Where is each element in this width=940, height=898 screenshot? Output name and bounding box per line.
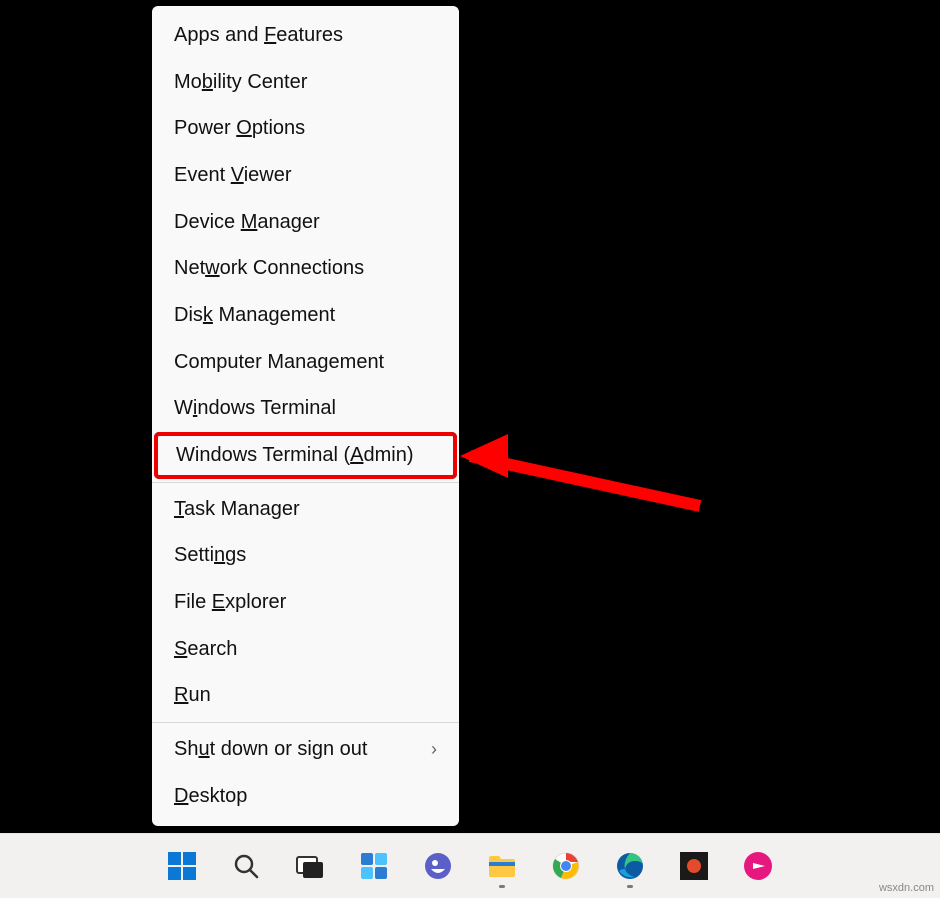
menu-item-label: Apps and Features (174, 24, 343, 47)
menu-item-mobility-center[interactable]: Mobility Center (152, 59, 459, 106)
menu-item-file-explorer[interactable]: File Explorer (152, 579, 459, 626)
menu-item-windows-terminal-admin[interactable]: Windows Terminal (Admin) (154, 432, 457, 479)
menu-item-computer-management[interactable]: Computer Management (152, 339, 459, 386)
menu-item-label: Device Manager (174, 211, 320, 234)
widgets-button[interactable] (347, 842, 401, 890)
menu-item-device-manager[interactable]: Device Manager (152, 199, 459, 246)
menu-item-label: Event Viewer (174, 164, 291, 187)
menu-item-label: Network Connections (174, 257, 364, 280)
search-button[interactable] (219, 842, 273, 890)
menu-item-disk-management[interactable]: Disk Management (152, 292, 459, 339)
file-explorer-icon[interactable] (475, 842, 529, 890)
menu-item-label: File Explorer (174, 591, 286, 614)
running-indicator (499, 885, 505, 888)
menu-item-windows-terminal[interactable]: Windows Terminal (152, 386, 459, 433)
menu-item-event-viewer[interactable]: Event Viewer (152, 152, 459, 199)
menu-item-apps-and-features[interactable]: Apps and Features (152, 12, 459, 59)
watermark: wsxdn.com (879, 882, 934, 894)
edge-icon[interactable] (603, 842, 657, 890)
menu-item-task-manager[interactable]: Task Manager (152, 486, 459, 533)
menu-item-label: Disk Management (174, 304, 335, 327)
winx-context-menu: Apps and Features Mobility Center Power Op… (152, 6, 459, 826)
desktop-background (0, 0, 940, 898)
menu-item-search[interactable]: Search (152, 626, 459, 673)
menu-item-label: Shut down or sign out (174, 738, 367, 761)
menu-item-label: Windows Terminal (Admin) (176, 444, 413, 467)
menu-item-label: Settings (174, 544, 246, 567)
menu-item-label: Desktop (174, 785, 247, 808)
menu-item-desktop[interactable]: Desktop (152, 773, 459, 820)
chevron-right-icon: › (431, 739, 437, 760)
menu-separator (152, 482, 459, 483)
menu-item-label: Mobility Center (174, 71, 307, 94)
task-view-button[interactable] (283, 842, 337, 890)
app-icon-2[interactable] (731, 842, 785, 890)
menu-item-shut-down-or-sign-out[interactable]: Shut down or sign out › (152, 726, 459, 773)
app-icon-1[interactable] (667, 842, 721, 890)
menu-item-label: Computer Management (174, 351, 384, 374)
taskbar (0, 833, 940, 898)
chrome-icon[interactable] (539, 842, 593, 890)
menu-item-label: Windows Terminal (174, 397, 336, 420)
menu-item-network-connections[interactable]: Network Connections (152, 245, 459, 292)
menu-item-label: Run (174, 684, 211, 707)
menu-item-label: Task Manager (174, 498, 300, 521)
menu-separator (152, 722, 459, 723)
start-button[interactable] (155, 842, 209, 890)
menu-item-settings[interactable]: Settings (152, 533, 459, 580)
menu-item-label: Power Options (174, 117, 305, 140)
menu-item-run[interactable]: Run (152, 673, 459, 720)
running-indicator (627, 885, 633, 888)
menu-item-label: Search (174, 638, 237, 661)
menu-item-power-options[interactable]: Power Options (152, 105, 459, 152)
chat-icon[interactable] (411, 842, 465, 890)
